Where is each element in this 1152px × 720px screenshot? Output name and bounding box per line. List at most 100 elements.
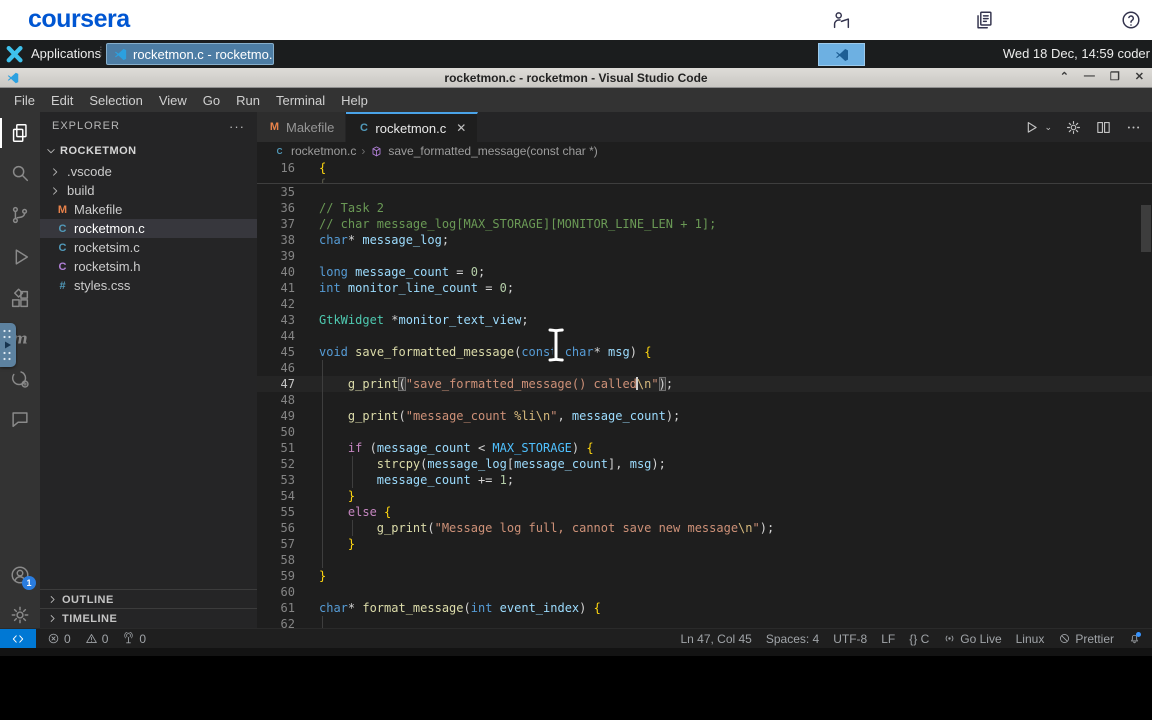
outline-section[interactable]: OUTLINE [40, 589, 257, 609]
remote-indicator[interactable] [0, 629, 36, 648]
code-line-37[interactable]: 37 // char message_log[MAX_STORAGE][MONIT… [257, 216, 1152, 232]
file-row--vscode[interactable]: .vscode [40, 162, 257, 181]
notes-icon[interactable] [973, 9, 995, 31]
menu-edit[interactable]: Edit [43, 93, 81, 108]
activity-extensions-icon[interactable] [0, 284, 40, 314]
activity-manage-icon[interactable] [0, 600, 40, 630]
menu-terminal[interactable]: Terminal [268, 93, 333, 108]
activity-explorer-icon[interactable] [0, 118, 40, 148]
code-line-54[interactable]: 54 } [257, 488, 1152, 504]
minimize-button[interactable]: — [1084, 70, 1095, 83]
code-line-60[interactable]: 60 [257, 584, 1152, 600]
menu-file[interactable]: File [6, 93, 43, 108]
activity-source-control-icon[interactable] [0, 200, 40, 230]
close-button[interactable]: ✕ [1135, 70, 1144, 83]
code-line-16[interactable]: 16 { [257, 160, 1152, 176]
ports-indicator[interactable]: 0 [115, 632, 153, 646]
line-number: 60 [280, 585, 295, 599]
code-line-42[interactable]: 42 [257, 296, 1152, 312]
explorer-more-button[interactable]: ··· [229, 119, 245, 134]
activity-comments-icon[interactable] [0, 404, 40, 434]
code-line-62[interactable]: 62 [257, 616, 1152, 628]
file-row-makefile[interactable]: M Makefile [40, 200, 257, 219]
code-line-44[interactable]: 44 [257, 328, 1152, 344]
menu-run[interactable]: Run [228, 93, 268, 108]
close-icon[interactable]: ✕ [456, 121, 466, 135]
code-line-45[interactable]: 45 void save_formatted_message(const char… [257, 344, 1152, 360]
problems-warnings[interactable]: 0 [78, 632, 116, 646]
status-indentation[interactable]: Spaces: 4 [759, 632, 826, 646]
code-line-59[interactable]: 59} [257, 568, 1152, 584]
menu-help[interactable]: Help [333, 93, 376, 108]
activity-accounts-icon[interactable]: 1 [0, 560, 40, 590]
code-line-53[interactable]: 53 message_count += 1; [257, 472, 1152, 488]
maximize-button[interactable]: ❒ [1110, 70, 1120, 83]
status-cursor-position[interactable]: Ln 47, Col 45 [673, 632, 758, 646]
scrollbar-thumb[interactable] [1141, 205, 1151, 252]
code-line-47[interactable]: 47 g_print("save_formatted_message() cal… [257, 376, 1152, 392]
menu-view[interactable]: View [151, 93, 195, 108]
file-row-rocketsim-c[interactable]: Crocketsim.c [40, 238, 257, 257]
window-list-button[interactable]: rocketmon.c - rocketmo... [106, 43, 274, 65]
code-line-61[interactable]: 61 char* format_message(int event_index) … [257, 600, 1152, 616]
file-row-rocketmon-c[interactable]: Crocketmon.c [40, 219, 257, 238]
editor-settings-button[interactable] [1065, 119, 1082, 136]
code-line-36[interactable]: 36 // Task 2 [257, 200, 1152, 216]
xfce-logo-icon[interactable] [5, 44, 25, 64]
code-line-38[interactable]: 38 char* message_log; [257, 232, 1152, 248]
chevron-right-icon [46, 593, 59, 606]
file-row-rocketsim-h[interactable]: Crocketsim.h [40, 257, 257, 276]
code-line-51[interactable]: 51 if (message_count < MAX_STORAGE) { [257, 440, 1152, 456]
activity-search-icon[interactable] [0, 158, 40, 188]
timeline-section[interactable]: TIMELINE [40, 608, 257, 628]
breadcrumb-symbol[interactable]: save_formatted_message(const char *) [388, 144, 597, 158]
lab-flyout-tab[interactable] [0, 323, 16, 367]
menu-selection[interactable]: Selection [81, 93, 150, 108]
activity-remote-explorer-icon[interactable] [0, 364, 40, 394]
code-line-46[interactable]: 46 [257, 360, 1152, 376]
line-number: 47 [280, 377, 295, 391]
workspace-root[interactable]: ROCKETMON [40, 140, 257, 162]
status-remote-os[interactable]: Linux [1009, 632, 1052, 646]
instructor-icon[interactable] [830, 9, 852, 31]
code-editor[interactable]: 16{{35 36// Task 2 37// char message_log[M… [257, 160, 1152, 628]
breadcrumb-file[interactable]: rocketmon.c [291, 144, 356, 158]
code-line-55[interactable]: 55 else { [257, 504, 1152, 520]
menu-bar: File Edit Selection View Go Run Terminal Help [0, 88, 1152, 112]
code-line-57[interactable]: 57 } [257, 536, 1152, 552]
code-line-35[interactable]: 35 [257, 184, 1152, 200]
code-line-43[interactable]: 43 GtkWidget *monitor_text_view; [257, 312, 1152, 328]
status-go-live[interactable]: Go Live [936, 632, 1008, 646]
tab-rocketmon-c[interactable]: Crocketmon.c ✕ [346, 112, 479, 142]
help-icon[interactable] [1120, 9, 1142, 31]
code-line-39[interactable]: 39 [257, 248, 1152, 264]
code-line-41[interactable]: 41 int monitor_line_count = 0; [257, 280, 1152, 296]
code-line-52[interactable]: 52 strcpy(message_log[message_count], ms… [257, 456, 1152, 472]
code-line-50[interactable]: 50 [257, 424, 1152, 440]
code-line-48[interactable]: 48 [257, 392, 1152, 408]
code-line-58[interactable]: 58 [257, 552, 1152, 568]
file-row-styles-css[interactable]: # styles.css [40, 276, 257, 295]
status-prettier[interactable]: Prettier [1051, 632, 1121, 646]
activity-run-and-debug-icon[interactable] [0, 242, 40, 272]
run-button[interactable] [1023, 119, 1040, 136]
status-encoding[interactable]: UTF-8 [826, 632, 874, 646]
status-language-mode[interactable]: {} C [902, 632, 936, 646]
taskbar-clock[interactable]: Wed 18 Dec, 14:59 coder [1003, 46, 1150, 61]
status-eol[interactable]: LF [874, 632, 902, 646]
menu-go[interactable]: Go [195, 93, 228, 108]
code-line-56[interactable]: 56 g_print("Message log full, cannot sav… [257, 520, 1152, 536]
code-line-40[interactable]: 40 long message_count = 0; [257, 264, 1152, 280]
chevron-down-icon[interactable]: ⌄ [1044, 122, 1052, 133]
problems-errors[interactable]: 0 [40, 632, 78, 646]
file-row-build[interactable]: build [40, 181, 257, 200]
applications-menu[interactable]: Applications [31, 46, 101, 61]
split-editor-button[interactable] [1095, 119, 1112, 136]
shade-button[interactable]: ⌃ [1060, 70, 1069, 83]
tray-vscode-button[interactable] [818, 43, 865, 66]
code-line-49[interactable]: 49 g_print("message_count %li\n", messag… [257, 408, 1152, 424]
status-notifications[interactable] [1121, 631, 1148, 645]
editor-more-button[interactable] [1125, 119, 1142, 136]
tab-makefile[interactable]: M Makefile [257, 112, 347, 142]
